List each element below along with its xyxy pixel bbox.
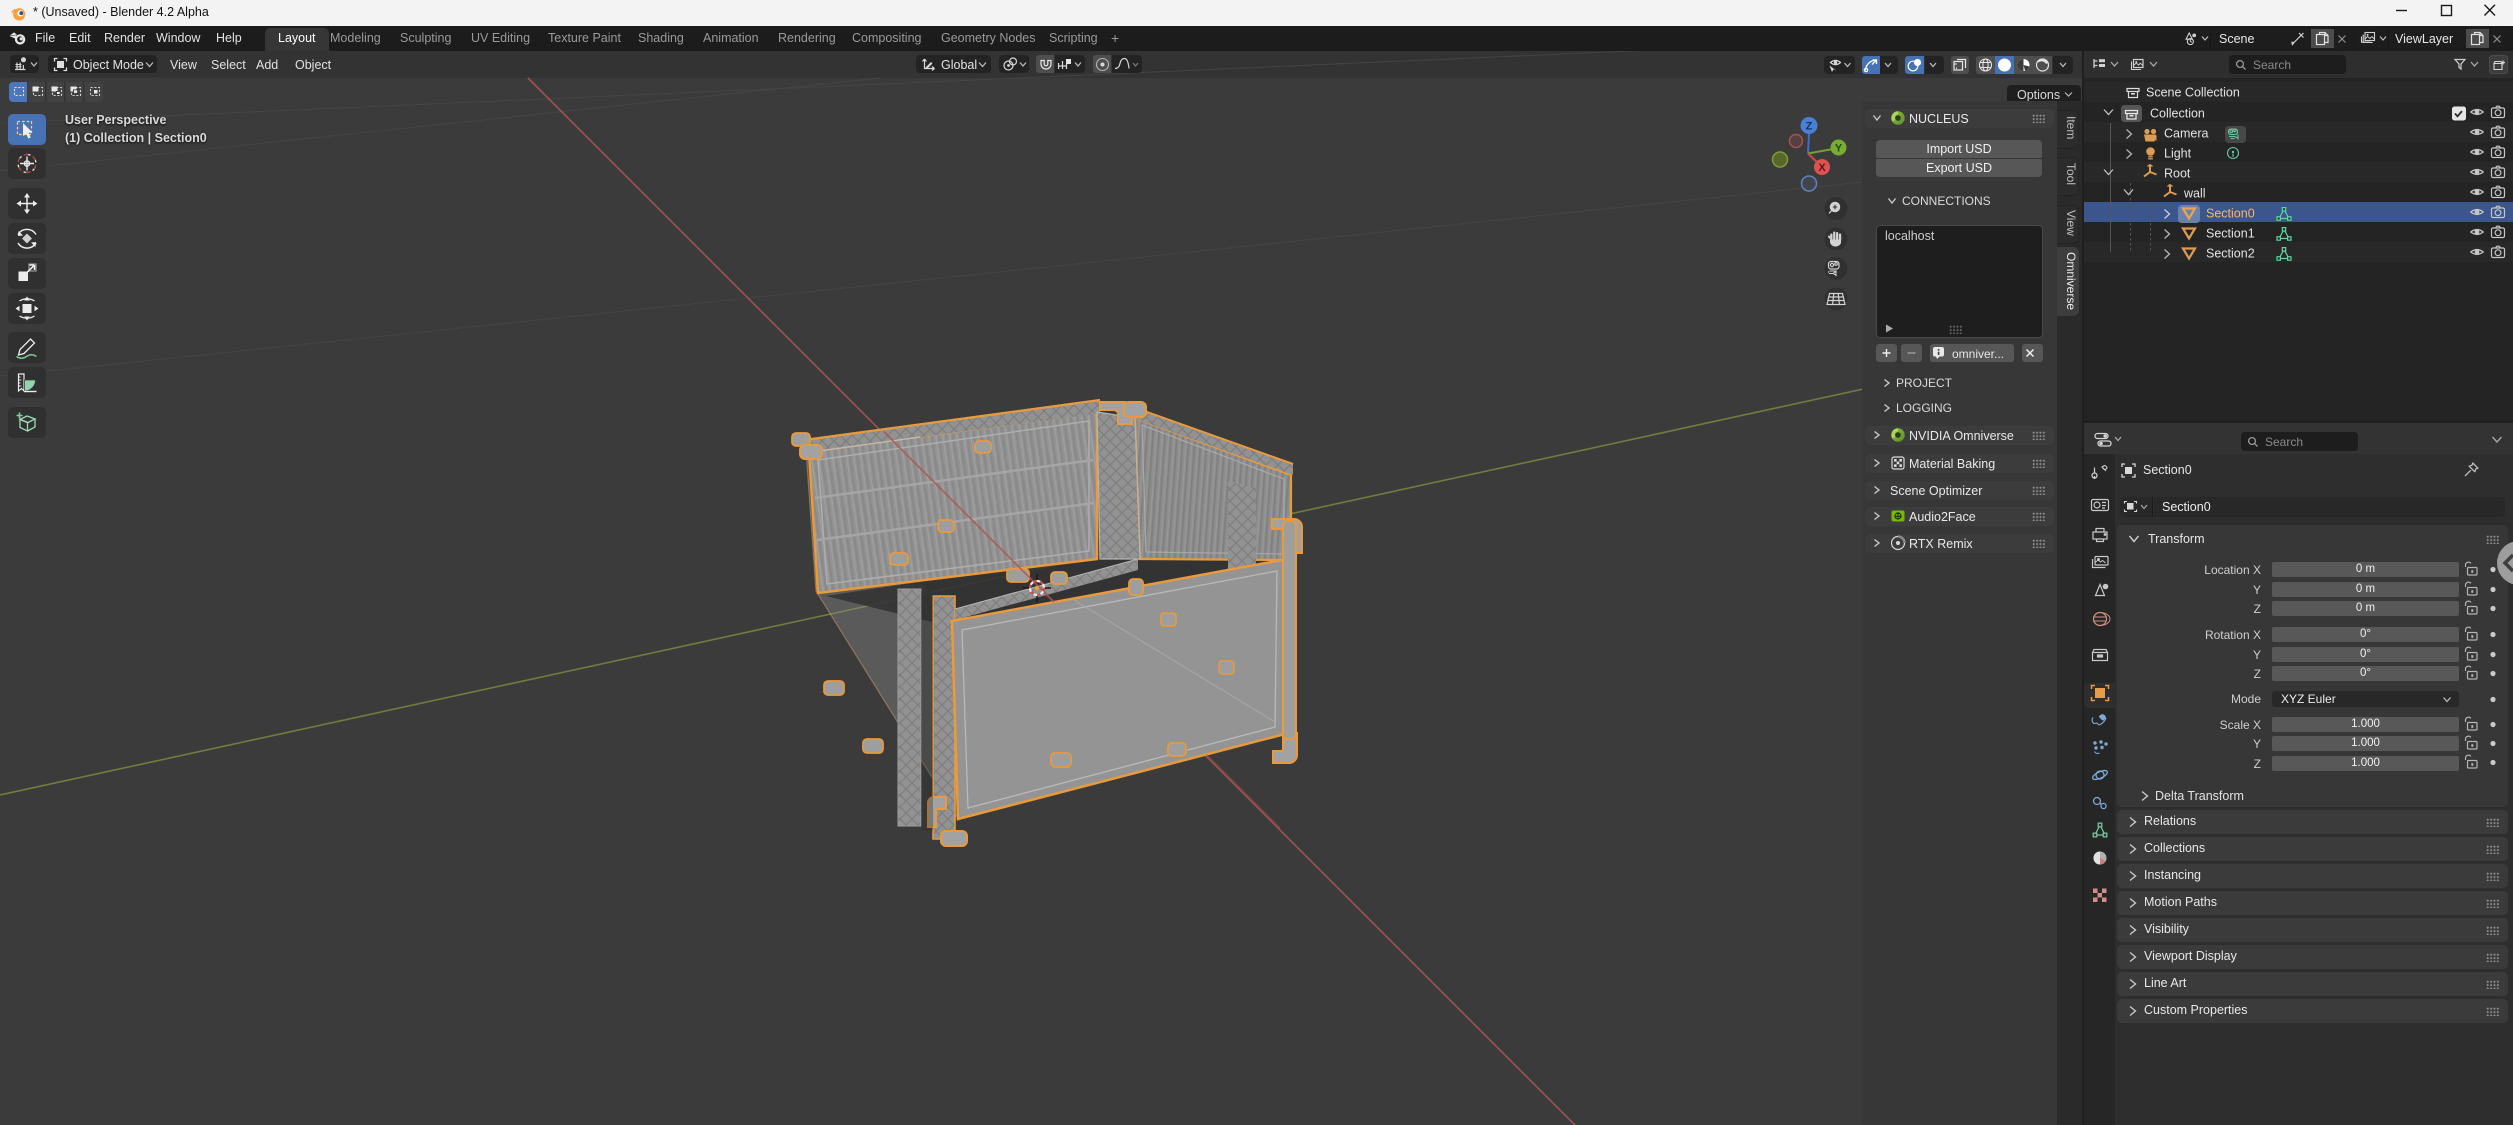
svg-text:Collection: Collection bbox=[2150, 107, 2205, 121]
svg-text:Camera: Camera bbox=[2164, 127, 2209, 141]
svg-text:X: X bbox=[1818, 162, 1826, 174]
svg-text:Scene Collection: Scene Collection bbox=[2146, 86, 2240, 100]
svg-text:Y: Y bbox=[1835, 143, 1843, 155]
svg-text:Section2: Section2 bbox=[2206, 247, 2255, 261]
svg-text:Light: Light bbox=[2164, 147, 2192, 161]
svg-text:Root: Root bbox=[2164, 167, 2191, 181]
svg-text:Z: Z bbox=[1806, 121, 1813, 133]
svg-text:Section0: Section0 bbox=[2206, 207, 2255, 221]
svg-text:Section1: Section1 bbox=[2206, 227, 2255, 241]
svg-text:wall: wall bbox=[2183, 187, 2206, 201]
